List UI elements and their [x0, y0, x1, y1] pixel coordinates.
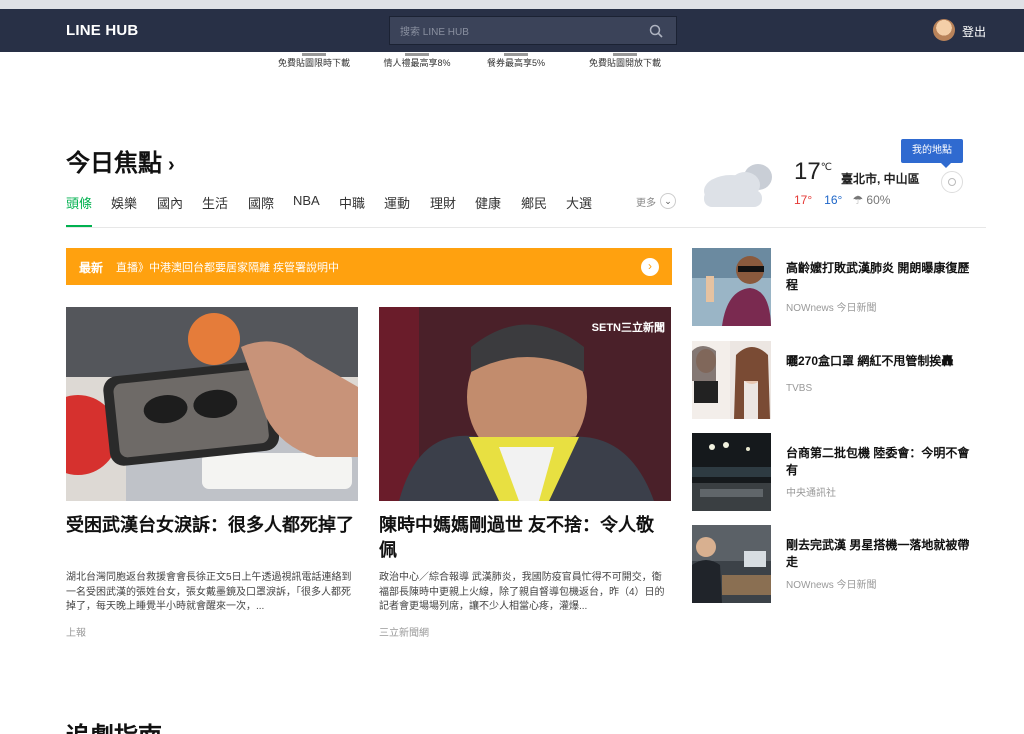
tab-finance[interactable]: 理財: [430, 193, 456, 212]
tab-domestic[interactable]: 國內: [157, 193, 183, 212]
next-section-title[interactable]: 追劇指南 ›: [66, 716, 175, 734]
tab-netizens[interactable]: 鄉民: [521, 193, 547, 212]
search-box[interactable]: [389, 16, 677, 45]
promo-item[interactable]: 餐券最高享5%: [461, 53, 571, 69]
promo-label: 免費貼圖開放下載: [588, 58, 661, 68]
more-tabs-label[interactable]: 更多: [636, 194, 656, 209]
image-caption: SETN三立新聞: [591, 322, 665, 334]
my-location-button[interactable]: 我的地點: [901, 139, 963, 168]
low-temp: 16°: [824, 193, 843, 207]
tab-sports[interactable]: 運動: [384, 193, 410, 212]
side-news-item[interactable]: 剛去完武漢 男星搭機一落地就被帶走 NOWnews 今日新聞: [692, 525, 987, 605]
umbrella-icon: ☂: [852, 193, 864, 207]
promo-label: 餐券最高享5%: [486, 58, 545, 68]
locate-icon[interactable]: [941, 171, 963, 193]
rain-chance: ☂ 60%: [852, 193, 891, 207]
city-name[interactable]: 臺北市, 中山區: [841, 170, 920, 187]
side-news-title[interactable]: 台商第二批包機 陸委會：今明不會有: [786, 445, 976, 479]
breaking-text: 直播》中港澳回台都要居家隔離 疾管署說明中: [116, 262, 340, 274]
side-news-title[interactable]: 剛去完武漢 男星搭機一落地就被帶走: [786, 537, 976, 571]
breaking-news-bar[interactable]: 最新 直播》中港澳回台都要居家隔離 疾管署說明中 ›: [66, 248, 672, 285]
cloud-icon: [704, 164, 772, 207]
news-title[interactable]: 受困武漢台女淚訴：很多人都死掉了: [66, 513, 358, 538]
news-source: 三立新聞網: [379, 628, 429, 639]
tab-election[interactable]: 大選: [566, 193, 592, 212]
side-news-title[interactable]: 高齡嬤打敗武漢肺炎 開朗曝康復歷程: [786, 260, 976, 294]
side-news-item[interactable]: 曬270盒口罩 網紅不甩管制挨轟 TVBS: [692, 341, 987, 421]
avatar[interactable]: [933, 19, 955, 41]
tab-cpbl[interactable]: 中職: [339, 193, 365, 212]
news-thumbnail[interactable]: [692, 248, 771, 326]
news-source: 上報: [66, 628, 86, 639]
weather-range: 17° 16° ☂ 60%: [794, 193, 890, 207]
chevron-down-icon[interactable]: ⌄: [660, 193, 676, 209]
promo-label: 免費貼圖限時下載: [277, 58, 350, 68]
promo-item[interactable]: 免費貼圖開放下載: [570, 53, 680, 69]
news-thumbnail[interactable]: [692, 433, 771, 511]
promo-label: 情人禮最高享8%: [383, 58, 451, 68]
chevron-right-icon: ›: [168, 154, 175, 176]
divider: [66, 227, 986, 228]
tab-headlines[interactable]: 頭條: [66, 193, 92, 212]
tab-entertainment[interactable]: 娛樂: [111, 193, 137, 212]
chevron-right-icon[interactable]: ›: [641, 258, 659, 276]
tab-international[interactable]: 國際: [248, 193, 274, 212]
header-bar: LINE HUB 登出: [0, 9, 1024, 52]
side-news-item[interactable]: 高齡嬤打敗武漢肺炎 開朗曝康復歷程 NOWnews 今日新聞: [692, 248, 987, 328]
temperature: 17℃: [794, 158, 832, 185]
logo[interactable]: LINE HUB: [66, 22, 138, 39]
side-news-source: NOWnews 今日新聞: [786, 580, 877, 591]
side-news-title[interactable]: 曬270盒口罩 網紅不甩管制挨轟: [786, 353, 976, 370]
promo-icon: [570, 53, 680, 56]
news-thumbnail[interactable]: [692, 341, 771, 419]
section-title-text: 今日焦點: [66, 150, 162, 177]
news-summary: 湖北台灣同胞返台救援會會長徐正文5日上午透過視訊電話連絡到一名受困武漢的張姓台女…: [66, 572, 352, 612]
chevron-right-icon: ›: [168, 727, 175, 734]
side-news-source: NOWnews 今日新聞: [786, 303, 877, 314]
news-title[interactable]: 陳時中媽媽剛過世 友不捨：令人敬佩: [379, 513, 671, 563]
promo-icon: [362, 53, 472, 56]
browser-strip: [0, 0, 1024, 9]
tab-health[interactable]: 健康: [475, 193, 501, 212]
search-icon[interactable]: [648, 23, 664, 39]
promo-item[interactable]: 情人禮最高享8%: [362, 53, 472, 69]
side-news-source: 中央通訊社: [786, 488, 836, 499]
promo-icon: [259, 53, 369, 56]
tab-life[interactable]: 生活: [202, 193, 228, 212]
news-image[interactable]: [66, 307, 358, 501]
search-input[interactable]: [398, 22, 642, 42]
tab-nba[interactable]: NBA: [293, 193, 320, 208]
news-thumbnail[interactable]: [692, 525, 771, 603]
promo-icon: [461, 53, 571, 56]
next-section-title-text: 追劇指南: [66, 723, 162, 734]
side-news-item[interactable]: 台商第二批包機 陸委會：今明不會有 中央通訊社: [692, 433, 987, 513]
promo-item[interactable]: 免費貼圖限時下載: [259, 53, 369, 69]
news-summary: 政治中心／綜合報導 武漢肺炎，我國防疫官員忙得不可開交，衛福部長陳時中更親上火線…: [379, 572, 665, 612]
side-news-source: TVBS: [786, 383, 813, 394]
breaking-tag: 最新: [79, 261, 104, 275]
news-image[interactable]: SETN三立新聞: [379, 307, 671, 501]
section-title[interactable]: 今日焦點 ›: [66, 143, 175, 178]
high-temp: 17°: [794, 193, 813, 207]
logout-link[interactable]: 登出: [962, 23, 986, 40]
page: LINE HUB 登出 免費貼圖限時下載 情人禮最高享8% 餐券最高享5% 免費…: [0, 0, 1024, 734]
